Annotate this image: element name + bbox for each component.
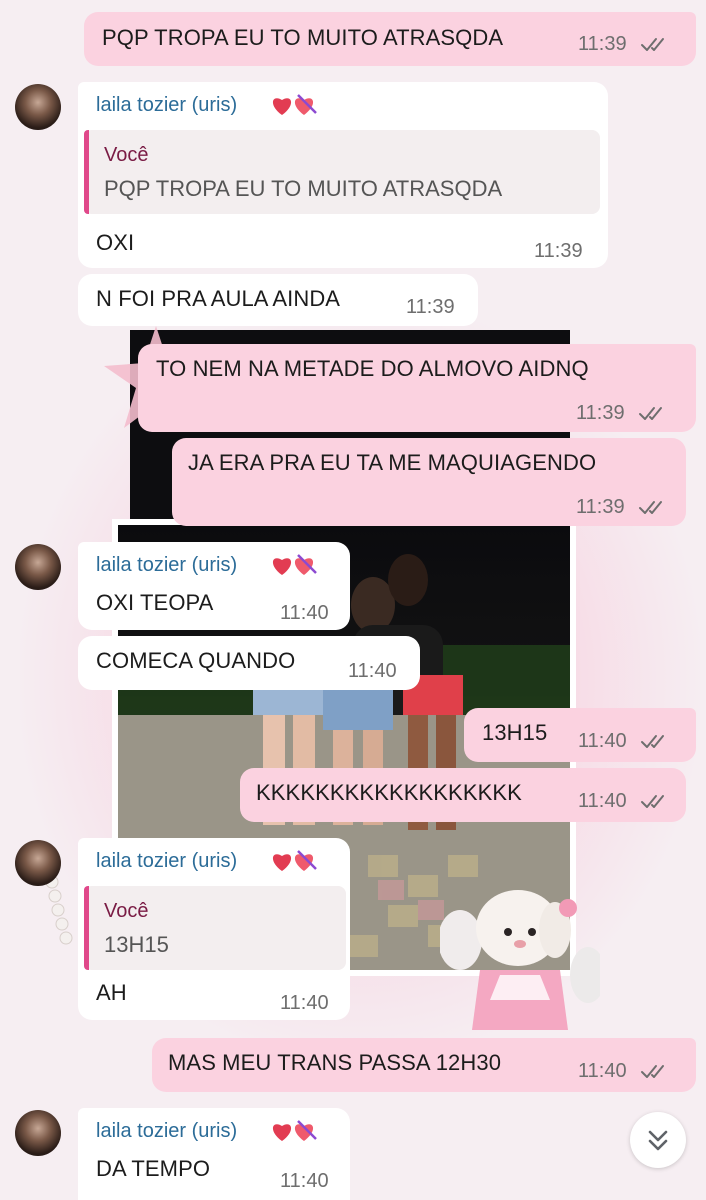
avatar[interactable]: [15, 84, 61, 130]
message-text: AH: [96, 980, 127, 1005]
message-text: KKKKKKKKKKKKKKKKKK: [256, 780, 522, 805]
double-check-icon: [641, 795, 664, 808]
double-check-icon: [639, 501, 662, 514]
sender-name[interactable]: laila tozier (uris): [96, 850, 237, 873]
message-text: COMECA QUANDO: [96, 648, 296, 673]
message-time: 11:40: [348, 660, 397, 682]
message-bubble-outgoing[interactable]: 13H15 11:40: [464, 708, 696, 762]
message-bubble-outgoing[interactable]: JA ERA PRA EU TA ME MAQUIAGENDO 11:39: [172, 438, 686, 526]
double-chevron-down-icon: [648, 1130, 668, 1151]
message-text: MAS MEU TRANS PASSA 12H30: [168, 1050, 502, 1075]
reply-accent-bar: [84, 886, 89, 970]
avatar[interactable]: [15, 1110, 61, 1156]
reply-sender: Você: [104, 144, 149, 166]
message-bubble-incoming[interactable]: laila tozier (uris) Você 13H15 AH 11:40: [78, 838, 350, 1020]
reply-quote[interactable]: Você 13H15: [84, 886, 346, 970]
message-time: 11:39: [578, 33, 627, 55]
hearts-icon: [272, 850, 317, 871]
message-text: OXI TEOPA: [96, 590, 214, 615]
message-bubble-incoming[interactable]: laila tozier (uris) Você PQP TROPA EU TO…: [78, 82, 608, 268]
sender-name[interactable]: laila tozier (uris): [96, 94, 237, 117]
message-time: 11:40: [578, 790, 627, 812]
avatar[interactable]: [15, 840, 61, 886]
message-bubble-incoming[interactable]: laila tozier (uris) OXI TEOPA 11:40: [78, 542, 350, 630]
message-text: 13H15: [482, 720, 548, 745]
message-time: 11:40: [280, 1170, 329, 1192]
reply-text: 13H15: [104, 932, 169, 957]
message-time: 11:39: [576, 496, 625, 518]
reply-text: PQP TROPA EU TO MUITO ATRASQDA: [104, 176, 503, 201]
double-check-icon: [641, 735, 664, 748]
message-time: 11:39: [576, 402, 625, 424]
message-time: 11:40: [578, 730, 627, 752]
reply-accent-bar: [84, 130, 89, 214]
reply-sender: Você: [104, 900, 149, 922]
message-time: 11:40: [280, 602, 329, 624]
reply-quote[interactable]: Você PQP TROPA EU TO MUITO ATRASQDA: [84, 130, 600, 214]
message-bubble-incoming[interactable]: laila tozier (uris) DA TEMPO 11:40: [78, 1108, 350, 1200]
message-text: PQP TROPA EU TO MUITO ATRASQDA: [102, 25, 504, 50]
message-text: JA ERA PRA EU TA ME MAQUIAGENDO: [188, 450, 597, 475]
double-check-icon: [639, 407, 662, 420]
message-time: 11:40: [280, 992, 329, 1014]
double-check-icon: [641, 38, 664, 51]
wallpaper-plush-toy: [438, 880, 606, 1030]
message-bubble-outgoing[interactable]: TO NEM NA METADE DO ALMOVO AIDNQ 11:39: [138, 344, 696, 432]
message-bubble-outgoing[interactable]: KKKKKKKKKKKKKKKKKK 11:40: [240, 768, 686, 822]
sender-name[interactable]: laila tozier (uris): [96, 554, 237, 577]
message-bubble-incoming[interactable]: COMECA QUANDO 11:40: [78, 636, 420, 690]
message-text: DA TEMPO: [96, 1156, 211, 1181]
avatar[interactable]: [15, 544, 61, 590]
message-bubble-outgoing[interactable]: MAS MEU TRANS PASSA 12H30 11:40: [152, 1038, 696, 1092]
hearts-icon: [272, 554, 317, 575]
message-time: 11:39: [406, 296, 455, 318]
message-time: 11:40: [578, 1060, 627, 1082]
hearts-icon: [272, 94, 317, 115]
message-text: N FOI PRA AULA AINDA: [96, 286, 341, 311]
message-bubble-outgoing[interactable]: PQP TROPA EU TO MUITO ATRASQDA 11:39: [84, 12, 696, 66]
message-text: OXI: [96, 230, 135, 255]
hearts-icon: [272, 1120, 317, 1141]
sender-name[interactable]: laila tozier (uris): [96, 1120, 237, 1143]
double-check-icon: [641, 1065, 664, 1078]
scroll-to-bottom-button[interactable]: [630, 1112, 686, 1168]
message-time: 11:39: [534, 240, 583, 262]
message-bubble-incoming[interactable]: N FOI PRA AULA AINDA 11:39: [78, 274, 478, 326]
message-text: TO NEM NA METADE DO ALMOVO AIDNQ: [156, 356, 589, 381]
